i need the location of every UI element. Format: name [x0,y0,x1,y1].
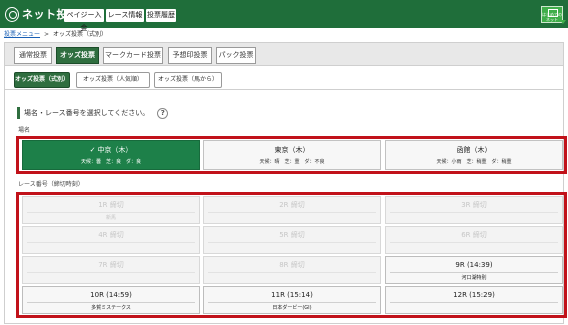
race-time: 11R (15:14) [271,291,313,299]
subtab-odds-by-popularity[interactable]: オッズ投票（人気順） [76,72,150,88]
race-divider [390,242,558,243]
race-divider [27,272,195,273]
tab-pack-vote[interactable]: パック投票 [216,47,256,64]
race-button-9r[interactable]: 9R (14:39) 河口湖特別 [385,256,563,284]
venue-section-label: 場名 [18,127,31,134]
race-time: 10R (14:59) [90,291,132,299]
venue-name-text: 中京（木） [97,146,133,154]
race-time: 9R (14:39) [455,261,493,269]
app-header: ネット投票 ペイジー入金 レース情報 投票履歴 はじめてのネット [0,0,568,32]
race-button-8r: 8R 締切 [203,256,381,284]
payeasy-deposit-button[interactable]: ペイジー入金 [64,9,104,32]
venue-condition: 天候：曇 芝：良 ダ：良 [80,159,141,165]
race-button-6r: 6R 締切 [385,226,563,254]
race-button-5r: 5R 締切 [203,226,381,254]
race-time: 8R 締切 [279,261,305,269]
check-icon: ✓ [89,146,96,154]
race-time: 6R 締切 [461,231,487,239]
breadcrumb: 投票メニュー > オッズ投票（式別） [4,29,107,41]
race-info-button[interactable]: レース情報 [106,9,144,22]
tab-prediction-vote[interactable]: 予想印投票 [168,47,212,64]
breadcrumb-separator: > [44,31,50,38]
race-name: 新馬 [105,215,116,221]
race-button-12r[interactable]: 12R (15:29) [385,286,563,314]
race-divider [390,302,558,303]
help-icon[interactable]: ? [157,107,169,119]
venue-name: ✓ 中京（木） [23,145,199,155]
instruction-bar [17,107,20,119]
guide-arrow-icon [560,20,566,24]
tab-normal-vote[interactable]: 通常投票 [14,47,52,64]
venue-condition: 天候：小雨 芝：稍重 ダ：稍重 [436,159,512,165]
beginner-guide-label: はじめてのネット [542,12,562,22]
race-button-7r: 7R 締切 [22,256,200,284]
race-button-10r[interactable]: 10R (14:59) 多賀ミステークス [22,286,200,314]
tab-odds-vote[interactable]: オッズ投票 [56,47,99,64]
race-time: 12R (15:29) [453,291,495,299]
venue-name: 東京（木） [274,146,310,154]
race-divider [208,272,376,273]
race-time: 2R 締切 [279,201,305,209]
race-time: 5R 締切 [279,231,305,239]
race-section-label: レース番号（締切時刻） [18,181,84,188]
race-divider [27,242,195,243]
vote-history-button[interactable]: 投票履歴 [146,9,176,22]
subtab-odds-by-type[interactable]: オッズ投票（式別） [14,72,70,88]
race-name: 多賀ミステークス [91,305,131,311]
race-button-1r: 1R 締切 新馬 [22,196,200,224]
race-button-3r: 3R 締切 [385,196,563,224]
venue-condition: 天候：晴 芝：重 ダ：不良 [259,159,325,165]
race-name: 河口湖特別 [461,275,487,281]
venue-button-chukyo[interactable]: ✓ 中京（木） 天候：曇 芝：良 ダ：良 [22,140,200,170]
breadcrumb-vote-menu-link[interactable]: 投票メニュー [4,31,40,38]
race-name: 日本ダービー(GI) [272,305,312,311]
race-time: 1R 締切 [98,201,124,209]
venue-button-hakodate[interactable]: 函館（木） 天候：小雨 芝：稍重 ダ：稍重 [385,140,563,170]
instruction: 場名・レース番号を選択してください。 ? [17,107,169,119]
race-button-4r: 4R 締切 [22,226,200,254]
jra-logo-icon [5,6,19,22]
venue-name: 函館（木） [456,146,492,154]
race-button-11r[interactable]: 11R (15:14) 日本ダービー(GI) [203,286,381,314]
race-time: 4R 締切 [98,231,124,239]
race-divider [208,212,376,213]
race-button-2r: 2R 締切 [203,196,381,224]
race-time: 3R 締切 [461,201,487,209]
breadcrumb-current: オッズ投票（式別） [53,31,108,38]
race-time: 7R 締切 [98,261,124,269]
race-divider [208,242,376,243]
subtab-odds-by-horse[interactable]: オッズ投票（馬から） [154,72,222,88]
instruction-text: 場名・レース番号を選択してください。 [24,109,150,117]
tab-markcard-vote[interactable]: マークカード投票 [103,47,163,64]
venue-button-tokyo[interactable]: 東京（木） 天候：晴 芝：重 ダ：不良 [203,140,381,170]
race-divider [390,212,558,213]
